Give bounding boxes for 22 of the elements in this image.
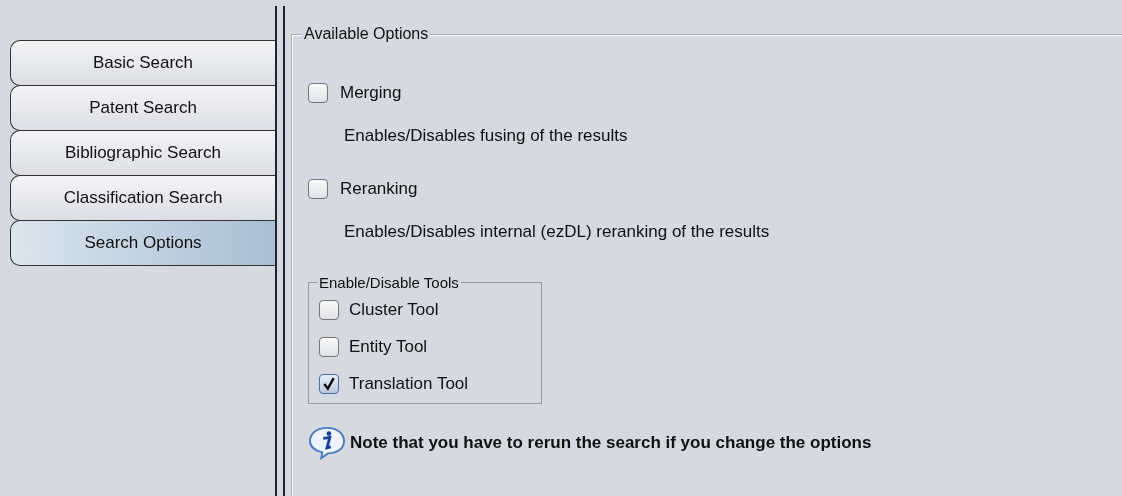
group-legend: Available Options	[302, 25, 431, 43]
tab[interactable]: Search Options	[10, 220, 275, 266]
option-description: Enables/Disables fusing of the results	[344, 126, 629, 146]
note-text: Note that you have to rerun the search if you change the options	[350, 433, 872, 453]
checkbox[interactable]	[319, 337, 339, 357]
checkbox-label[interactable]: Entity Tool	[349, 337, 428, 357]
tab[interactable]: Patent Search	[10, 85, 275, 131]
tab[interactable]: Basic Search	[10, 40, 275, 86]
info-icon	[308, 426, 346, 460]
checkbox-label[interactable]: Merging	[340, 83, 402, 103]
option-description: Enables/Disables internal (ezDL) reranking of the results	[344, 222, 771, 242]
checkbox[interactable]	[308, 83, 328, 103]
tab[interactable]: Bibliographic Search	[10, 130, 275, 176]
checkbox-label[interactable]: Cluster Tool	[349, 300, 439, 320]
split-pane-divider[interactable]	[275, 6, 285, 496]
checkbox[interactable]	[308, 179, 328, 199]
group-legend: Enable/Disable Tools	[317, 274, 461, 291]
tab[interactable]: Classification Search	[10, 175, 275, 221]
checkbox[interactable]	[319, 300, 339, 320]
checkbox[interactable]	[319, 374, 339, 394]
checkbox-label[interactable]: Reranking	[340, 179, 418, 199]
checkbox-label[interactable]: Translation Tool	[349, 374, 469, 394]
